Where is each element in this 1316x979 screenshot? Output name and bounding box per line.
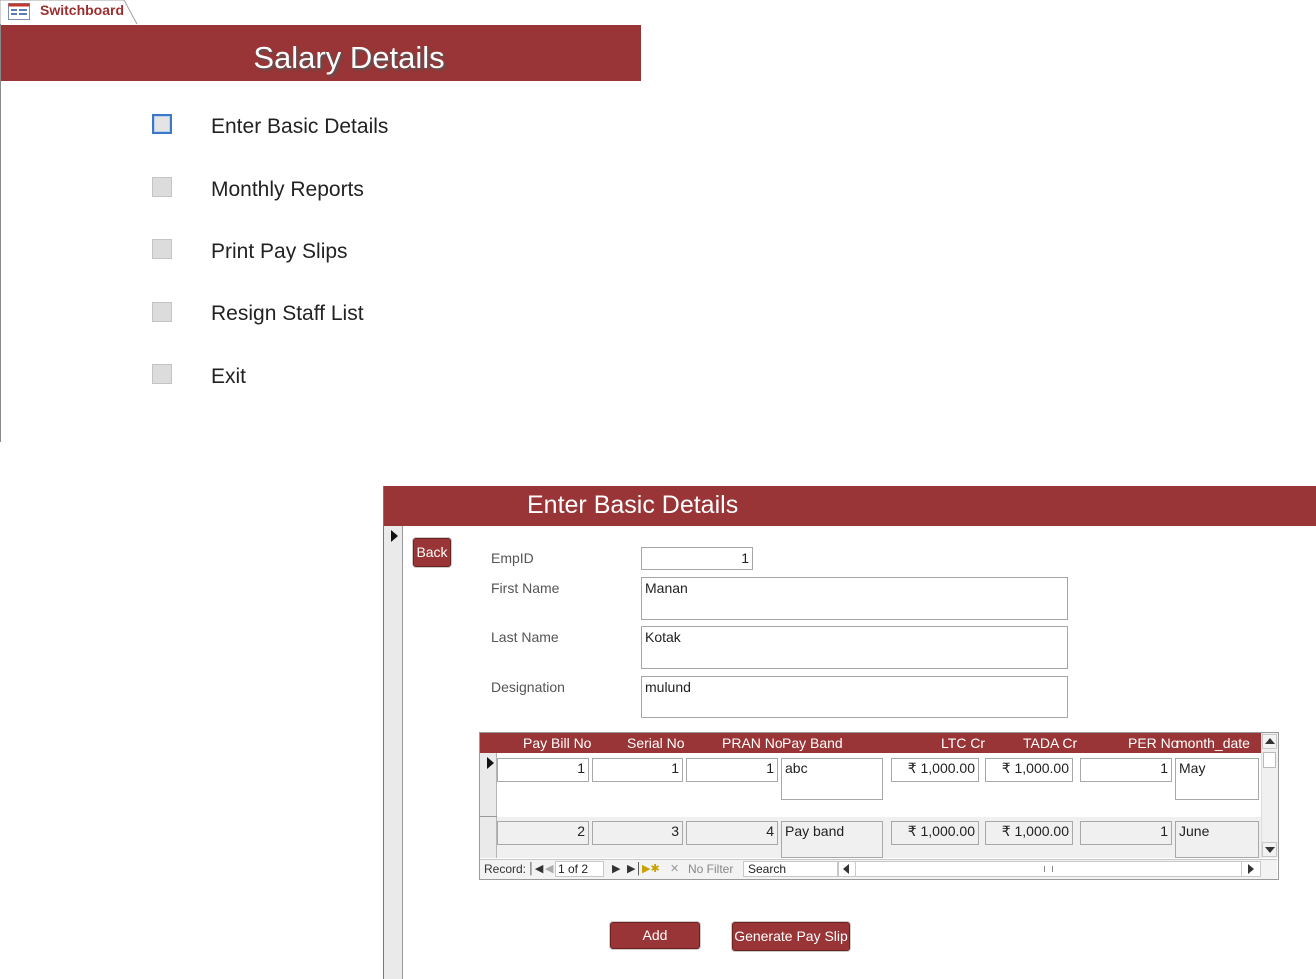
scroll-up-button[interactable] bbox=[1262, 734, 1277, 749]
last-name-field[interactable]: Kotak bbox=[641, 626, 1068, 669]
table-cell[interactable]: 1 bbox=[1080, 758, 1172, 782]
switchboard-tab[interactable]: Switchboard bbox=[0, 0, 138, 25]
no-filter-label[interactable]: No Filter bbox=[688, 862, 733, 876]
table-cell[interactable]: 2 bbox=[497, 821, 589, 845]
empid-field[interactable]: 1 bbox=[641, 547, 753, 570]
resign-staff-list-button[interactable] bbox=[152, 302, 172, 322]
chevron-up-icon bbox=[1265, 738, 1275, 744]
form-title: Enter Basic Details bbox=[527, 491, 739, 519]
column-header-serial-no: Serial No bbox=[627, 735, 685, 751]
resign-staff-list-label[interactable]: Resign Staff List bbox=[211, 302, 364, 326]
previous-record-icon[interactable]: ◀ bbox=[545, 862, 553, 875]
filter-icon[interactable]: ✕ bbox=[670, 862, 679, 875]
table-cell[interactable]: 3 bbox=[592, 821, 683, 845]
table-cell[interactable]: abc bbox=[781, 758, 883, 800]
table-cell[interactable]: 1 bbox=[592, 758, 683, 782]
column-header-tada-cr: TADA Cr bbox=[1023, 735, 1078, 751]
table-cell[interactable]: 1 bbox=[686, 758, 778, 782]
enter-basic-details-button[interactable] bbox=[152, 114, 172, 134]
next-record-icon[interactable]: ▶ bbox=[612, 862, 620, 875]
first-name-label: First Name bbox=[491, 580, 560, 596]
scroll-thumb[interactable] bbox=[1263, 752, 1276, 768]
first-name-field[interactable]: Manan bbox=[641, 577, 1068, 620]
enter-basic-details-label[interactable]: Enter Basic Details bbox=[211, 115, 388, 139]
monthly-reports-label[interactable]: Monthly Reports bbox=[211, 178, 364, 202]
current-row-icon bbox=[487, 757, 494, 769]
current-record-icon bbox=[391, 530, 398, 542]
column-header-month-date: month_date bbox=[1176, 735, 1250, 751]
column-header-pran-no: PRAN No bbox=[722, 735, 783, 751]
row-divider bbox=[480, 816, 497, 817]
table-cell[interactable]: 1 bbox=[497, 758, 589, 782]
table-cell[interactable]: Pay band bbox=[781, 821, 883, 858]
column-header-pay-bill-no: Pay Bill No bbox=[523, 735, 592, 751]
table-cell[interactable]: ₹ 1,000.00 bbox=[985, 821, 1073, 845]
column-header-ltc-cr: LTC Cr bbox=[941, 735, 986, 751]
table-cell[interactable]: ₹ 1,000.00 bbox=[891, 821, 979, 845]
new-record-icon[interactable]: ▶✱ bbox=[642, 862, 660, 875]
form-header bbox=[384, 486, 1316, 526]
chevron-down-icon bbox=[1265, 847, 1275, 853]
print-pay-slips-label[interactable]: Print Pay Slips bbox=[211, 240, 348, 264]
current-record-field[interactable]: 1 of 2 bbox=[555, 861, 604, 877]
chevron-right-icon[interactable] bbox=[1248, 864, 1254, 874]
add-button[interactable]: Add bbox=[610, 922, 700, 949]
scroll-down-button[interactable] bbox=[1262, 842, 1277, 857]
exit-label[interactable]: Exit bbox=[211, 365, 246, 389]
chevron-left-icon[interactable] bbox=[843, 864, 849, 874]
grip-icon bbox=[1044, 866, 1053, 872]
table-cell[interactable]: 4 bbox=[686, 821, 778, 845]
designation-label: Designation bbox=[491, 679, 565, 695]
form-icon bbox=[8, 3, 30, 20]
column-header-per-no: PER No bbox=[1128, 735, 1179, 751]
exit-button[interactable] bbox=[152, 364, 172, 384]
table-cell[interactable]: May bbox=[1175, 758, 1259, 800]
last-name-label: Last Name bbox=[491, 629, 559, 645]
table-cell[interactable]: June bbox=[1175, 821, 1259, 858]
page-title: Salary Details bbox=[253, 40, 445, 75]
print-pay-slips-button[interactable] bbox=[152, 239, 172, 259]
back-button[interactable]: Back bbox=[413, 538, 451, 567]
empid-label: EmpID bbox=[491, 550, 534, 566]
scroll-thumb[interactable] bbox=[855, 862, 1242, 876]
tab-label[interactable]: Switchboard bbox=[40, 2, 124, 18]
window-border bbox=[0, 24, 1, 442]
last-record-icon[interactable]: ▶│ bbox=[627, 862, 642, 875]
search-input[interactable]: Search bbox=[743, 861, 838, 877]
table-cell[interactable]: ₹ 1,000.00 bbox=[891, 758, 979, 782]
generate-pay-slip-button[interactable]: Generate Pay Slip bbox=[732, 922, 850, 951]
designation-field[interactable]: mulund bbox=[641, 676, 1068, 718]
column-header-pay-band: Pay Band bbox=[782, 735, 843, 751]
first-record-icon[interactable]: │◀ bbox=[528, 862, 543, 875]
record-selector[interactable] bbox=[384, 526, 403, 979]
record-label: Record: bbox=[484, 862, 527, 876]
table-cell[interactable]: 1 bbox=[1080, 821, 1172, 845]
table-cell[interactable]: ₹ 1,000.00 bbox=[985, 758, 1073, 782]
monthly-reports-button[interactable] bbox=[152, 177, 172, 197]
horizontal-scrollbar[interactable] bbox=[838, 861, 1261, 877]
